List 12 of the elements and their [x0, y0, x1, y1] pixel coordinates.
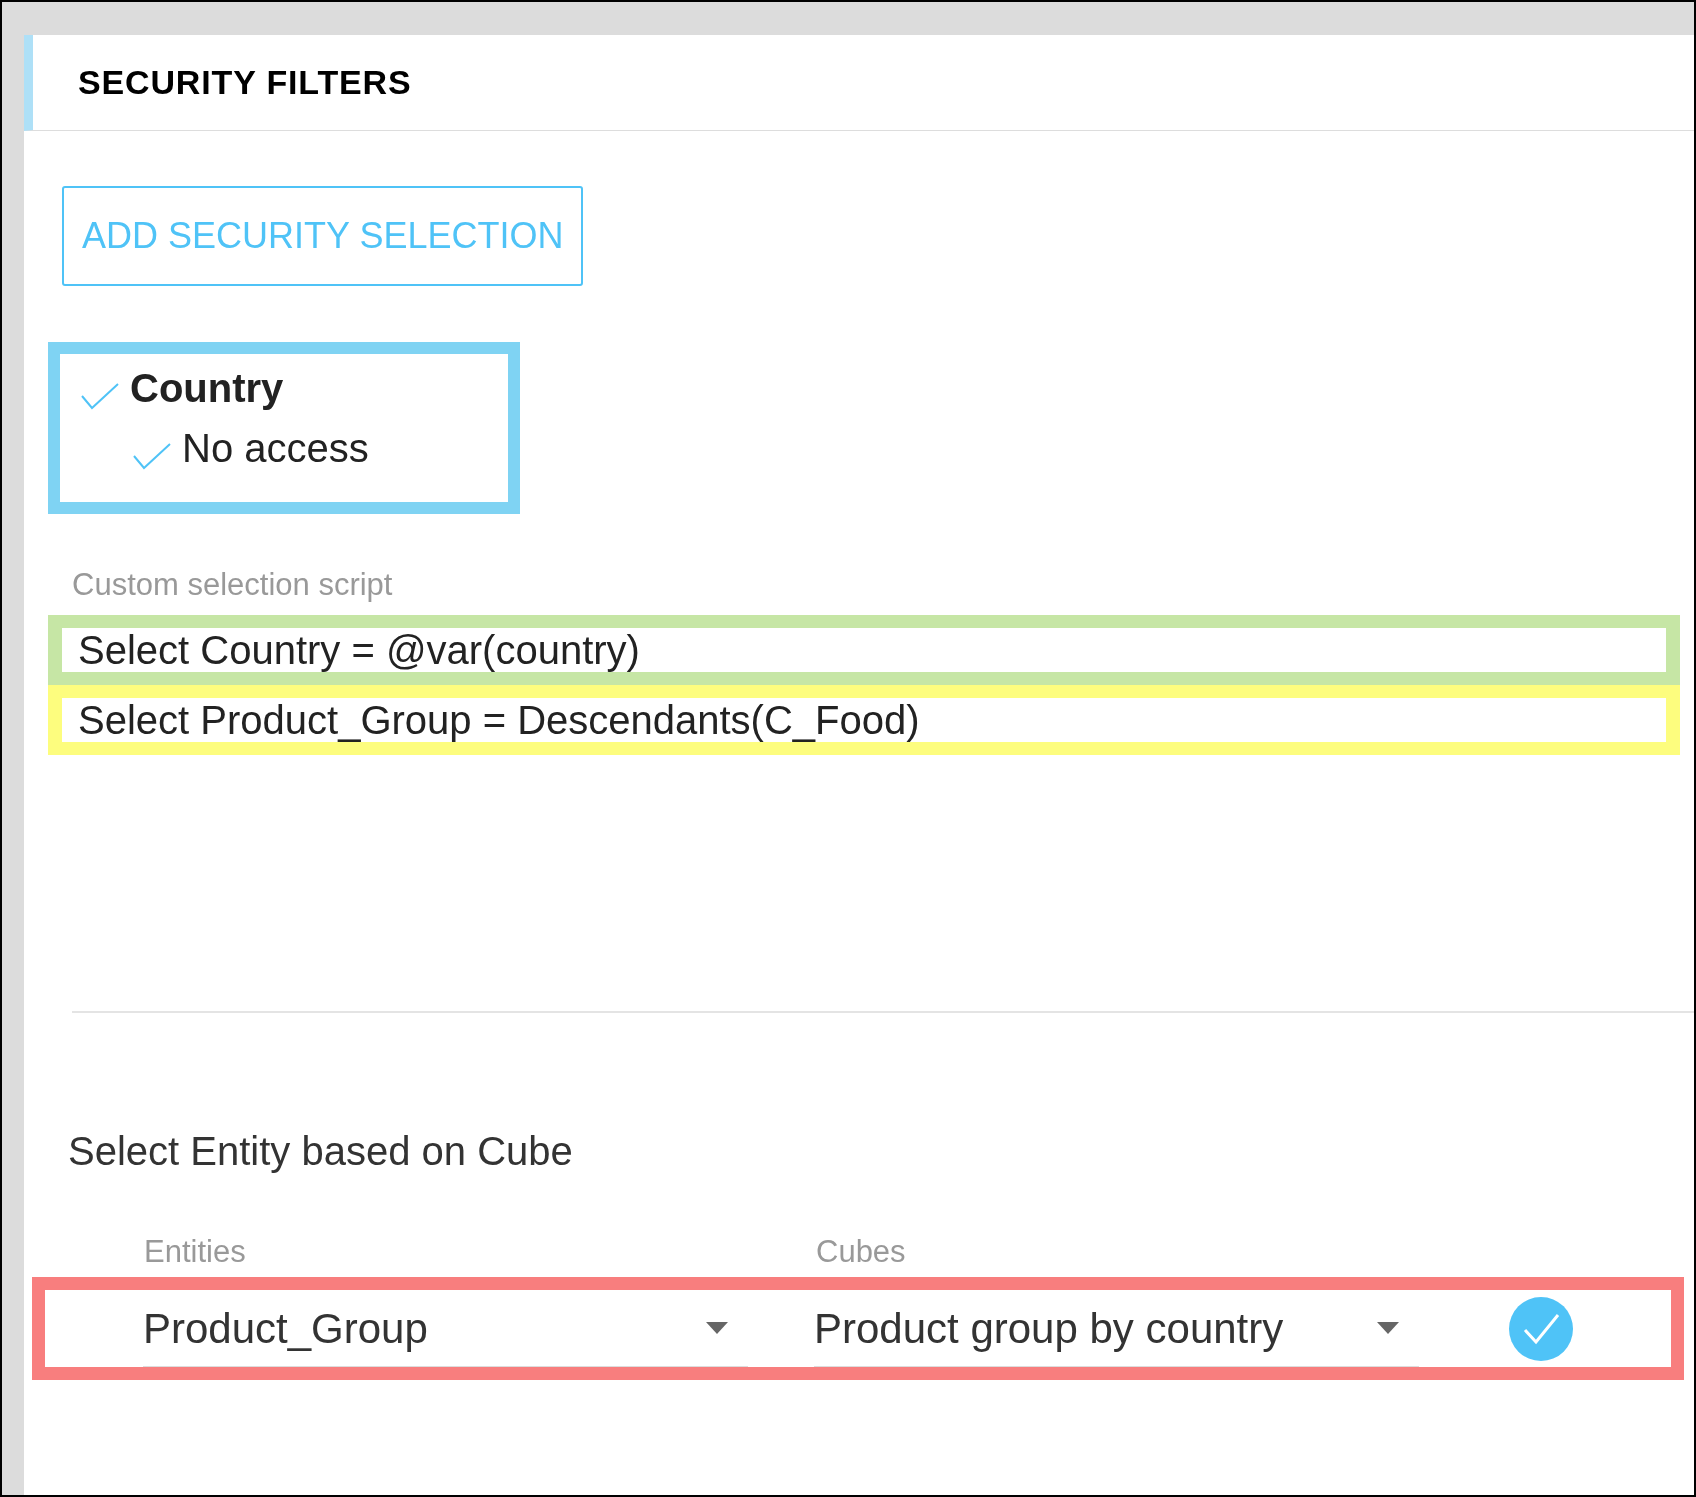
tree-item-label[interactable]: No access [182, 424, 369, 472]
section-title: Select Entity based on Cube [68, 1128, 573, 1173]
field-label: Cubes [816, 1232, 906, 1271]
field-label: Custom selection script [72, 567, 393, 602]
cubes-dropdown[interactable]: Product group by country [814, 1290, 1419, 1367]
tree-item-label[interactable]: Country [130, 364, 284, 412]
caret-icon [706, 1322, 728, 1334]
entities-dropdown[interactable]: Product_Group [143, 1290, 748, 1367]
caret-icon [1377, 1322, 1399, 1334]
field-label: Entities [144, 1232, 247, 1271]
panel-title: SECURITY FILTERS [78, 62, 412, 103]
check-circle-icon[interactable] [1509, 1296, 1573, 1361]
